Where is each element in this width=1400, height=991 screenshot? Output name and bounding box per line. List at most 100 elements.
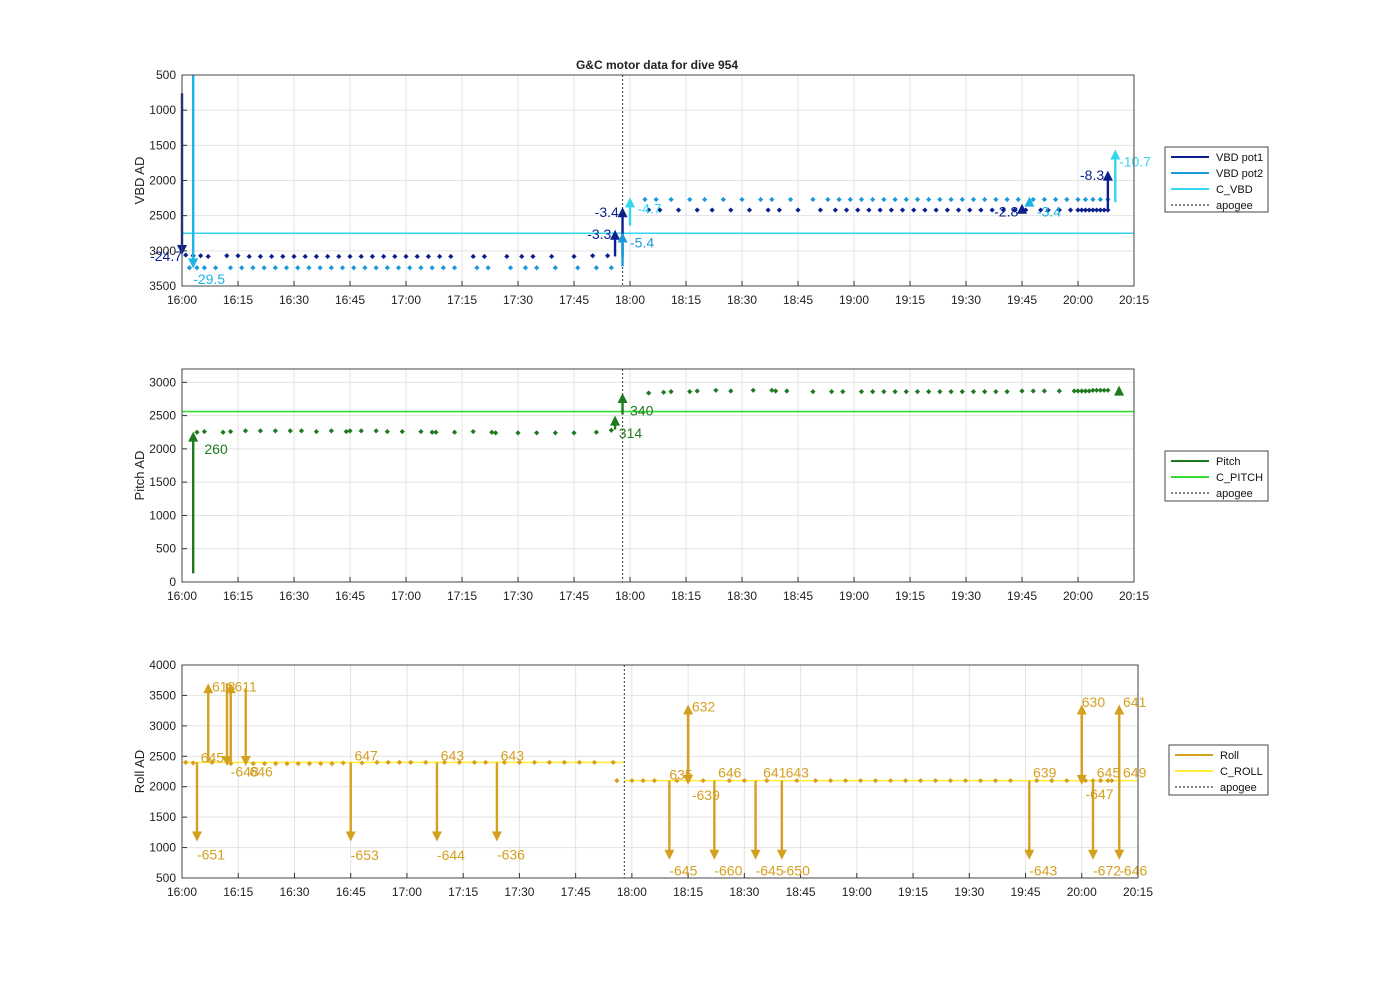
legend-label: apogee (1216, 200, 1253, 212)
y-axis-label: Pitch AD (132, 451, 147, 501)
figure: G&C motor data for dive 954 16:00 16:15 16… (0, 0, 1400, 986)
x-tick-label: 18:45 (783, 589, 813, 603)
x-tick-label: 16:15 (223, 885, 253, 899)
y-tick-label: 4000 (149, 658, 176, 672)
legend: VBD pot1 VBD pot2 C_VBDapogee (1164, 146, 1269, 213)
x-tick-label: 20:15 (1119, 293, 1149, 307)
legend: Roll C_ROLLapogee (1168, 744, 1269, 796)
y-tick-label: 2500 (149, 749, 176, 763)
y-tick-label: 3000 (149, 375, 176, 389)
subplot-pitch: 16:00 16:15 16:30 16:45 17:00 17:15 17:30 17:45… (132, 368, 1269, 603)
arrow-label: -10.7 (1119, 154, 1151, 170)
x-tick-label: 18:00 (615, 589, 645, 603)
y-tick-label: 0 (169, 575, 176, 589)
x-tick-label: 19:15 (895, 293, 925, 307)
x-tick-label: 16:15 (223, 589, 253, 603)
x-tick-label: 20:15 (1123, 885, 1153, 899)
x-tick-label: 16:45 (335, 293, 365, 307)
plot-area (182, 369, 1134, 582)
arrow-label: -651 (197, 846, 225, 862)
x-tick-label: 16:30 (279, 293, 309, 307)
figure-canvas: G&C motor data for dive 954 16:00 16:15 16… (132, 58, 1269, 899)
x-tick-label: 19:30 (951, 293, 981, 307)
legend-label: C_ROLL (1220, 766, 1263, 778)
arrow-label: -2.8 (994, 203, 1018, 219)
arrow-label: -5.4 (630, 234, 654, 250)
arrow-label: 645 (201, 750, 225, 766)
arrow-label: -4.7 (637, 201, 661, 217)
arrow-label: -8.3 (1080, 167, 1104, 183)
x-tick-label: 17:15 (448, 885, 478, 899)
arrow-label: 646 (249, 764, 273, 780)
arrow-label: 641 (1123, 694, 1147, 710)
x-tick-label: 17:00 (391, 293, 421, 307)
y-tick-label: 2000 (149, 442, 176, 456)
arrow-label: -3.3 (587, 226, 611, 242)
y-tick-label: 3000 (149, 719, 176, 733)
x-tick-label: 18:45 (783, 293, 813, 307)
y-tick-label: 1500 (149, 475, 176, 489)
x-tick-label: 19:15 (898, 885, 928, 899)
chart-title: G&C motor data for dive 954 (576, 58, 738, 72)
arrow-label: 340 (630, 402, 654, 418)
arrow-label: 260 (204, 441, 228, 457)
arrow-label: 646 (718, 765, 742, 781)
arrow-label: -644 (437, 847, 465, 863)
x-tick-label: 19:00 (839, 293, 869, 307)
arrow-label: -645 (669, 863, 697, 879)
x-tick-label: 17:00 (391, 589, 421, 603)
x-tick-label: 17:45 (559, 293, 589, 307)
arrow-label: -647 (1086, 786, 1114, 802)
y-tick-label: 1500 (149, 138, 176, 152)
x-tick-label: 18:30 (727, 589, 757, 603)
arrow-label: -3.4 (1037, 203, 1061, 219)
x-tick-label: 19:00 (842, 885, 872, 899)
x-tick-label: 18:00 (617, 885, 647, 899)
x-tick-label: 16:00 (167, 885, 197, 899)
x-tick-label: 19:30 (954, 885, 984, 899)
legend-label: VBD pot1 (1216, 152, 1263, 164)
y-tick-label: 500 (156, 542, 176, 556)
arrow-label: -653 (351, 847, 379, 863)
x-tick-label: 18:30 (729, 885, 759, 899)
arrow-label: 632 (692, 698, 716, 714)
x-tick-label: 17:30 (504, 885, 534, 899)
arrow-label: -24.7 (150, 248, 182, 264)
x-tick-label: 18:00 (615, 293, 645, 307)
y-tick-label: 1000 (149, 103, 176, 117)
y-axis-label: VBD AD (132, 157, 147, 205)
arrow-label: -672 (1093, 863, 1121, 879)
x-tick-label: 16:00 (167, 293, 197, 307)
y-tick-label: 2500 (149, 209, 176, 223)
x-tick-label: 16:30 (279, 885, 309, 899)
legend-label: apogee (1216, 488, 1253, 500)
x-tick-label: 20:00 (1063, 589, 1093, 603)
y-tick-label: 1000 (149, 841, 176, 855)
x-tick-label: 18:15 (673, 885, 703, 899)
x-tick-label: 17:15 (447, 293, 477, 307)
x-tick-label: 19:45 (1007, 589, 1037, 603)
x-tick-label: 19:45 (1011, 885, 1041, 899)
legend-label: apogee (1220, 782, 1257, 794)
y-tick-label: 2000 (149, 780, 176, 794)
x-tick-label: 19:45 (1007, 293, 1037, 307)
arrow-label: 643 (786, 765, 810, 781)
arrow-label: 639 (1033, 765, 1057, 781)
arrow-label: 643 (501, 748, 525, 764)
arrow-label: 630 (1082, 694, 1106, 710)
x-tick-label: 19:30 (951, 589, 981, 603)
arrow-label: -639 (692, 787, 720, 803)
x-tick-label: 17:45 (561, 885, 591, 899)
y-tick-label: 2000 (149, 174, 176, 188)
arrow-label: -650 (782, 863, 810, 879)
arrow-label: -645 (756, 863, 784, 879)
arrow-label: 643 (441, 748, 465, 764)
x-tick-label: 18:15 (671, 293, 701, 307)
arrow-label: 641 (763, 765, 787, 781)
x-tick-label: 16:45 (335, 589, 365, 603)
y-axis-label: Roll AD (132, 750, 147, 793)
x-tick-label: 17:45 (559, 589, 589, 603)
legend-label: C_PITCH (1216, 472, 1263, 484)
y-tick-label: 1000 (149, 508, 176, 522)
x-tick-label: 20:15 (1119, 589, 1149, 603)
